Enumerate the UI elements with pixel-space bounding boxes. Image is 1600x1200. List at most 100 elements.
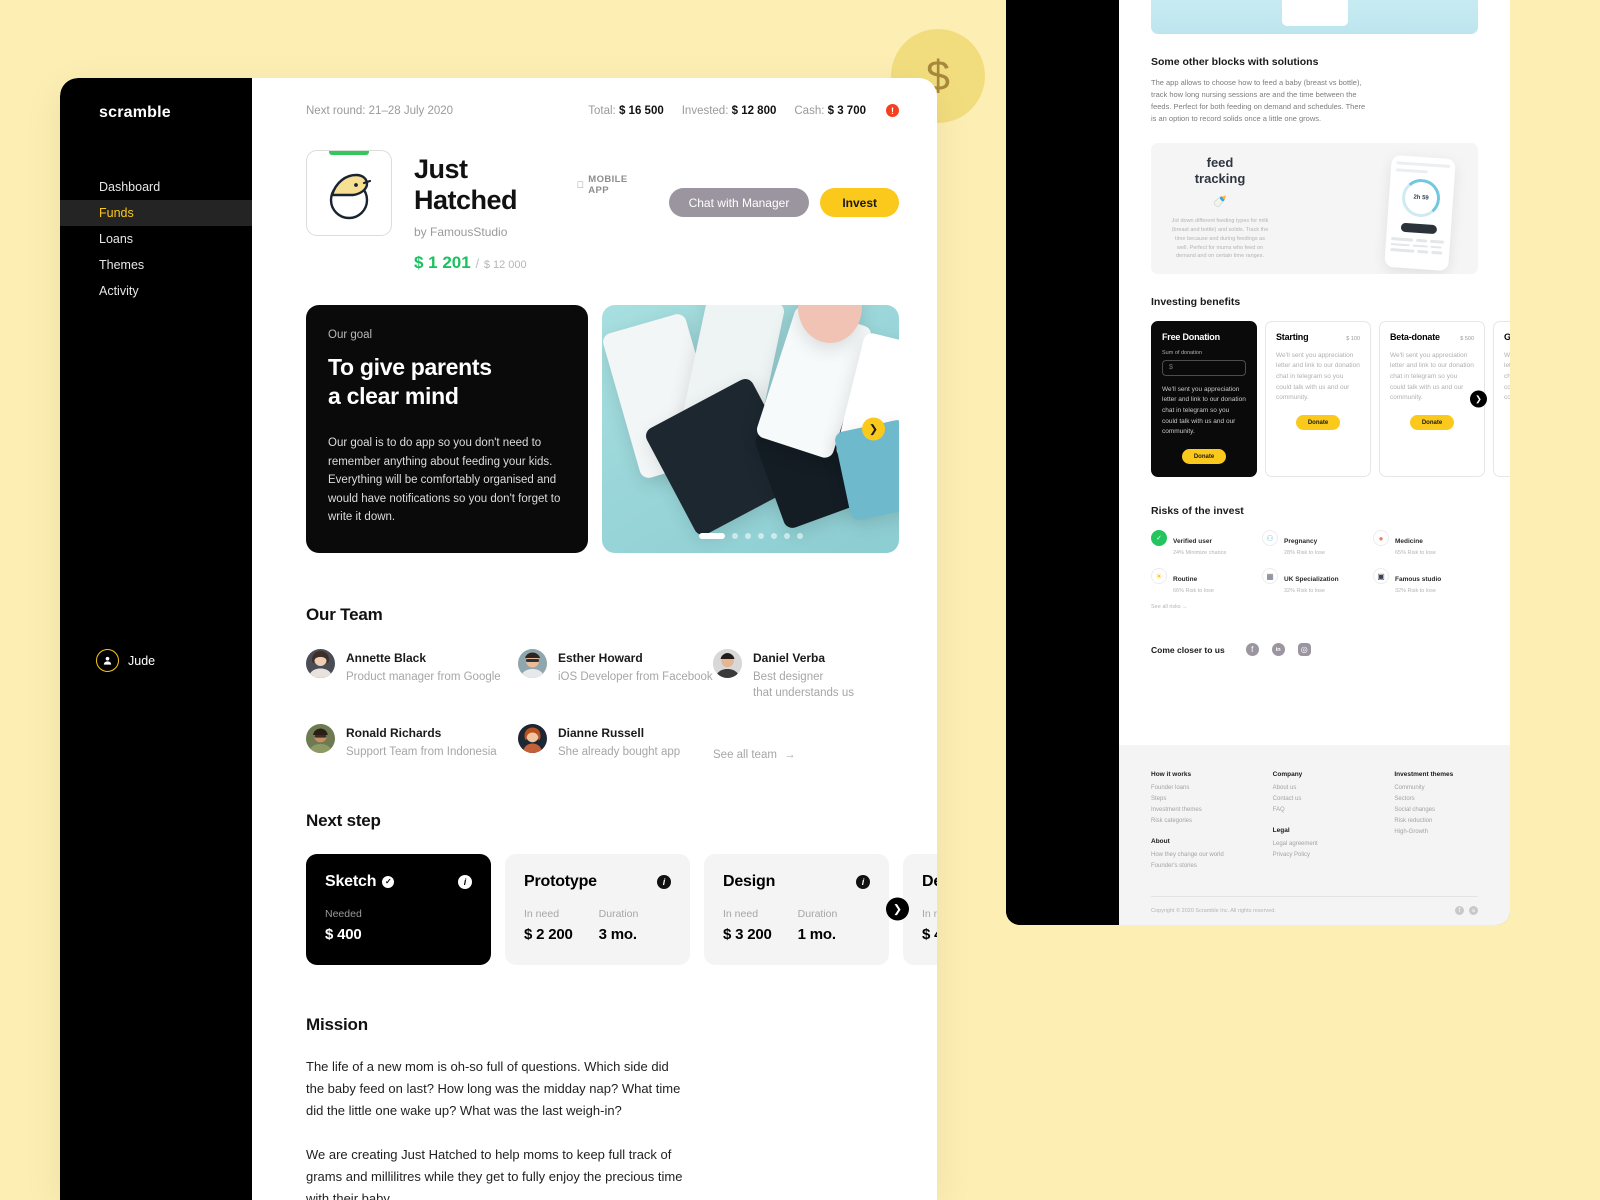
- sidebar-item-label: Dashboard: [99, 180, 161, 194]
- step-card-sketch[interactable]: Sketch ✓ i Needed $ 400: [306, 853, 491, 965]
- risk-item[interactable]: ⚇ Pregnancy 28% Risk to lose: [1262, 530, 1367, 556]
- info-icon[interactable]: i: [657, 874, 671, 889]
- team-member[interactable]: Esther Howard iOS Developer from Faceboo…: [518, 649, 713, 701]
- landing-scroll-body: Some other blocks with solutions The app…: [1119, 0, 1510, 745]
- footer-link[interactable]: Community: [1394, 785, 1478, 791]
- risk-value: 32% Risk to lose: [1284, 588, 1325, 595]
- benefit-head: Starting $ 100: [1276, 332, 1360, 342]
- sidebar-item-label: Themes: [99, 258, 145, 272]
- step-card-prototype[interactable]: Prototype i In need $ 2 200 Duration 3 m…: [505, 853, 690, 965]
- landing-page-window: Some other blocks with solutions The app…: [1006, 0, 1510, 925]
- footer-link[interactable]: FAQ: [1273, 807, 1357, 813]
- benefits-next-button[interactable]: ❯: [1470, 390, 1487, 408]
- sidebar-item-loans[interactable]: Loans: [60, 226, 252, 252]
- gallery-dot[interactable]: [770, 533, 777, 539]
- grid-icon: ▦: [1262, 568, 1278, 585]
- instagram-icon[interactable]: ◎: [1297, 643, 1311, 657]
- mission-title: Mission: [306, 1014, 368, 1034]
- linkedin-icon[interactable]: in: [1271, 643, 1285, 657]
- phone-status-bar: [1396, 160, 1451, 168]
- footer-link[interactable]: How they change our world: [1151, 852, 1235, 858]
- donate-button[interactable]: Donate: [1409, 415, 1455, 431]
- team-member[interactable]: Ronald Richards Support Team from Indone…: [306, 724, 518, 761]
- sidebar-item-dashboard[interactable]: Dashboard: [60, 174, 252, 200]
- footer-link[interactable]: Investment themes: [1151, 807, 1235, 813]
- gallery-dot[interactable]: [796, 533, 803, 539]
- gallery-dots: [698, 533, 803, 539]
- team-member-info: Dianne Russell She already bought app: [558, 724, 680, 761]
- gallery-dot[interactable]: [744, 533, 751, 539]
- invest-button[interactable]: Invest: [820, 188, 899, 217]
- risk-item[interactable]: ● Medicine 65% Risk to lose: [1373, 530, 1478, 556]
- footer-link[interactable]: Social changes: [1394, 807, 1478, 813]
- footer-heading: Investment themes: [1394, 771, 1454, 778]
- info-icon[interactable]: i: [856, 874, 870, 889]
- team-member-name: Annette Black: [346, 651, 427, 665]
- benefit-card-gold[interactable]: Gold $ 1 000 We'll sent you appreciation…: [1493, 320, 1510, 478]
- gallery-dot[interactable]: [698, 533, 725, 539]
- app-logo[interactable]: scramble: [99, 104, 252, 122]
- gallery-dot[interactable]: [757, 533, 764, 539]
- footer-link[interactable]: About us: [1273, 785, 1357, 791]
- footer-link[interactable]: Founder's stories: [1151, 863, 1235, 869]
- funding-separator: /: [475, 256, 480, 271]
- status-bar-indicator: [329, 151, 369, 155]
- sidebar-user[interactable]: Jude: [96, 649, 155, 672]
- team-member[interactable]: Annette Black Product manager from Googl…: [306, 649, 518, 701]
- footer-link[interactable]: High-Growth: [1394, 829, 1478, 835]
- phone-list-row: [1390, 242, 1445, 249]
- gallery-next-button[interactable]: ❯: [862, 417, 885, 441]
- team-member[interactable]: Daniel Verba Best designer that understa…: [713, 649, 899, 701]
- mission-paragraph-1: The life of a new mom is oh-so full of q…: [306, 1058, 681, 1119]
- team-member[interactable]: Dianne Russell She already bought app: [518, 724, 713, 761]
- benefit-card-free-donation[interactable]: Free Donation Sum of donation We'll sent…: [1151, 320, 1257, 478]
- gallery-dot[interactable]: [731, 533, 738, 539]
- gallery-dot[interactable]: [783, 533, 790, 539]
- next-step-next-button[interactable]: ❯: [886, 897, 909, 921]
- team-member-role: She already bought app: [558, 746, 681, 759]
- step-head: Sketch ✓ i: [325, 873, 472, 891]
- landing-hero-strip: [1151, 0, 1478, 34]
- chat-with-manager-button[interactable]: Chat with Manager: [668, 188, 810, 217]
- step-metric-value: $ 400: [325, 925, 362, 943]
- footer-link[interactable]: Risk categories: [1151, 818, 1235, 824]
- benefit-card-starting[interactable]: Starting $ 100 We'll sent you appreciati…: [1265, 320, 1371, 478]
- info-icon[interactable]: i: [458, 874, 472, 889]
- sidebar-item-activity[interactable]: Activity: [60, 278, 252, 304]
- facebook-icon[interactable]: f: [1245, 643, 1259, 657]
- risk-item[interactable]: ▦ UK Specialization 32% Risk to lose: [1262, 568, 1367, 594]
- facebook-icon[interactable]: f: [1455, 906, 1464, 915]
- goal-title-line2: a clear mind: [328, 383, 459, 410]
- avatar: [518, 724, 547, 754]
- footer-link[interactable]: Founder loans: [1151, 785, 1235, 791]
- sidebar-item-label: Loans: [99, 232, 134, 246]
- step-metric-label: Duration: [797, 907, 838, 920]
- linkedin-icon[interactable]: in: [1469, 906, 1478, 915]
- see-all-risks-link[interactable]: See all risks →: [1151, 604, 1478, 610]
- footer-link[interactable]: Privacy Policy: [1273, 852, 1357, 858]
- risk-name: UK Specialization: [1284, 576, 1339, 584]
- donation-amount-input[interactable]: [1162, 359, 1246, 376]
- topbar-stats: Total: $ 16 500 Invested: $ 12 800 Cash:…: [588, 104, 899, 117]
- team-member-name: Ronald Richards: [346, 726, 442, 741]
- stat-invested: Invested: $ 12 800: [682, 105, 777, 117]
- donate-button[interactable]: Donate: [1295, 415, 1341, 431]
- footer-link[interactable]: Sectors: [1394, 796, 1478, 802]
- alert-badge[interactable]: !: [886, 104, 899, 117]
- footer-link[interactable]: Steps: [1151, 796, 1235, 802]
- risk-item[interactable]: ▣ Famous studio 32% Risk to lose: [1373, 568, 1478, 594]
- goal-label: Our goal: [328, 329, 373, 341]
- sidebar-item-themes[interactable]: Themes: [60, 252, 252, 278]
- footer-link[interactable]: Risk reduction: [1394, 818, 1478, 824]
- footer-link[interactable]: Legal agreement: [1273, 841, 1357, 847]
- sidebar-item-funds[interactable]: Funds: [60, 200, 252, 226]
- see-all-team-link[interactable]: See all team →: [713, 749, 899, 761]
- risk-item[interactable]: ☀ Routine 66% Risk to lose: [1151, 568, 1256, 594]
- footer-heading: About: [1151, 838, 1170, 845]
- step-metric-value: $ 4 500: [922, 925, 937, 943]
- footer-link[interactable]: Contact us: [1273, 796, 1357, 802]
- donate-button[interactable]: Donate: [1181, 449, 1227, 465]
- risk-item[interactable]: ✓ Verified user 24% Minimize chance: [1151, 530, 1256, 556]
- step-card-design[interactable]: Design i In need $ 3 200 Duration 1 mo.: [704, 853, 889, 965]
- project-gallery[interactable]: ❯: [602, 305, 899, 553]
